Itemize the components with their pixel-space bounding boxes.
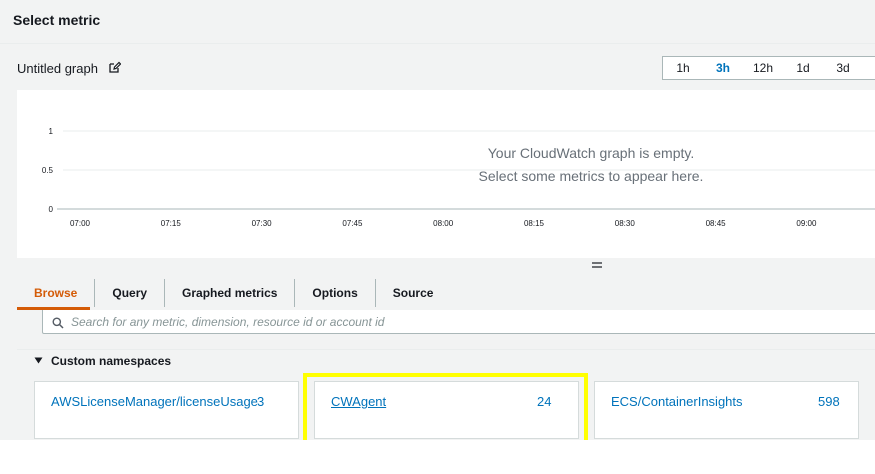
x-tick-label: 07:00 [70,219,91,228]
empty-message-line2: Select some metrics to appear here. [478,168,704,184]
search-icon [52,317,64,329]
graph-area: 1 0.5 0 07:00 07:15 07:30 07:45 08:00 08:15 08… [17,90,875,258]
namespace-name[interactable]: ECS/ContainerInsights [611,394,743,409]
namespace-card-ecs-containerinsights[interactable]: ECS/ContainerInsights 598 [594,381,859,439]
x-tick-label: 08:45 [706,219,727,228]
bottom-bar [0,440,875,474]
modal-title: Select metric [13,12,101,28]
namespace-count: 598 [818,394,840,409]
empty-message-line1: Your CloudWatch graph is empty. [487,145,695,161]
namespace-name[interactable]: AWSLicenseManager/licenseUsage [51,394,258,409]
y-tick-label: 1 [49,127,54,136]
time-option-3d[interactable]: 3d [823,57,863,79]
x-tick-label: 09:00 [796,219,817,228]
time-option-1d[interactable]: 1d [783,57,823,79]
edit-icon[interactable] [108,61,121,74]
caret-down-icon[interactable] [34,356,43,365]
tab-query[interactable]: Query [94,279,164,307]
x-tick-label: 07:45 [342,219,363,228]
modal-header: Select metric [0,0,875,44]
tab-graphed-metrics[interactable]: Graphed metrics [164,279,294,307]
section-divider [17,349,875,350]
x-tick-label: 07:30 [252,219,273,228]
x-tick-label: 08:00 [433,219,454,228]
y-tick-label: 0 [49,205,54,214]
custom-namespaces-heading[interactable]: Custom namespaces [51,354,171,368]
tab-options[interactable]: Options [294,279,374,307]
tab-source[interactable]: Source [374,279,451,307]
time-option-1h[interactable]: 1h [663,57,703,79]
x-tick-label: 07:15 [161,219,182,228]
namespace-count: 3 [257,394,265,409]
x-tick-label: 08:15 [524,219,545,228]
time-option-3h[interactable]: 3h [703,57,743,79]
y-tick-label: 0.5 [42,166,54,175]
metric-tabs: Browse Query Graphed metrics Options Sou… [17,278,450,310]
search-input[interactable] [71,313,861,331]
x-tick-label: 08:30 [615,219,636,228]
time-range-selector: 1h 3h 12h 1d 3d [662,56,875,80]
graph-title[interactable]: Untitled graph [17,61,98,76]
tab-browse[interactable]: Browse [17,279,94,307]
x-ticks-group: 07:00 07:15 07:30 07:45 08:00 08:15 08:30 08:45… [70,219,817,228]
time-option-12h[interactable]: 12h [743,57,783,79]
drag-handle-icon[interactable] [591,261,603,269]
empty-graph-message: Your CloudWatch graph is empty. Select s… [421,142,761,188]
namespace-card-awslicensemanager[interactable]: AWSLicenseManager/licenseUsage 3 [34,381,299,439]
